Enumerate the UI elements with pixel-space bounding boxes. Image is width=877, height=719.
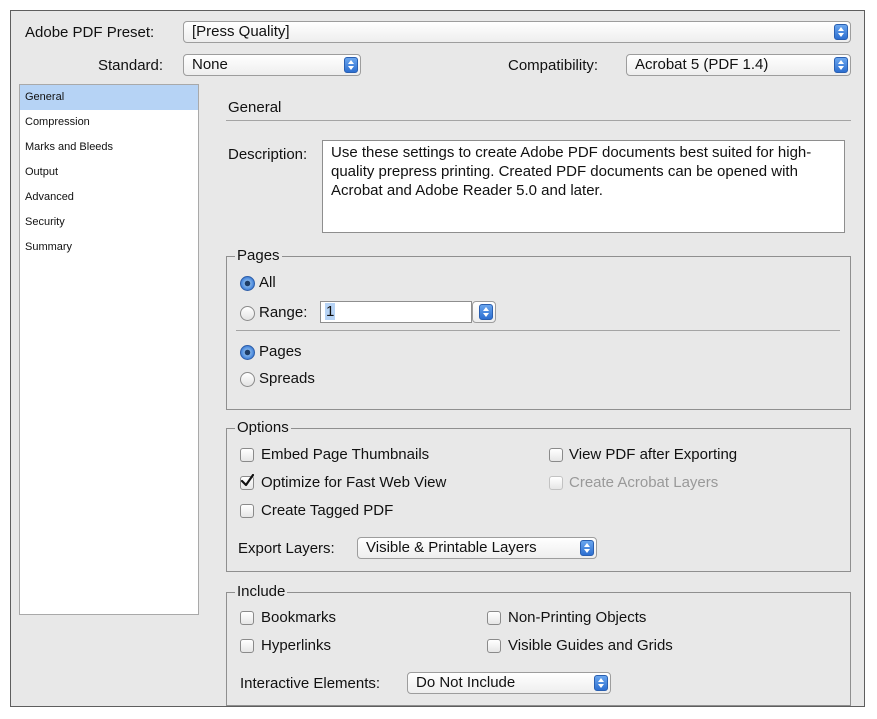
interactive-elements-value: Do Not Include bbox=[416, 674, 516, 691]
export-layers-popup[interactable]: Visible & Printable Layers bbox=[357, 537, 597, 559]
preset-popup[interactable]: [Press Quality] bbox=[183, 21, 851, 43]
radio-range[interactable] bbox=[240, 306, 255, 321]
compatibility-popup[interactable]: Acrobat 5 (PDF 1.4) bbox=[626, 54, 851, 76]
pages-group-title: Pages bbox=[235, 247, 282, 264]
preset-label: Adobe PDF Preset: bbox=[25, 24, 155, 41]
compatibility-label: Compatibility: bbox=[508, 57, 599, 74]
compatibility-value: Acrobat 5 (PDF 1.4) bbox=[635, 56, 769, 73]
export-layers-label: Export Layers: bbox=[238, 540, 335, 557]
view-pdf-label: View PDF after Exporting bbox=[569, 446, 738, 463]
view-pdf-checkbox[interactable] bbox=[549, 448, 563, 462]
export-layers-value: Visible & Printable Layers bbox=[366, 539, 537, 556]
guides-grids-checkbox[interactable] bbox=[487, 639, 501, 653]
range-popup[interactable] bbox=[472, 301, 496, 323]
radio-pages-label: Pages bbox=[259, 343, 302, 360]
divider bbox=[226, 120, 851, 121]
radio-pages[interactable] bbox=[240, 345, 255, 360]
range-value: 1 bbox=[325, 303, 336, 320]
radio-all-label: All bbox=[259, 274, 276, 291]
interactive-elements-label: Interactive Elements: bbox=[240, 675, 381, 692]
updown-arrows-icon bbox=[344, 57, 358, 73]
options-group-title: Options bbox=[235, 419, 291, 436]
acrobat-layers-label: Create Acrobat Layers bbox=[569, 474, 719, 491]
acrobat-layers-checkbox[interactable] bbox=[549, 476, 563, 490]
radio-spreads-label: Spreads bbox=[259, 370, 315, 387]
updown-arrows-icon bbox=[594, 675, 608, 691]
sidebar-item-advanced[interactable]: Advanced bbox=[20, 185, 198, 210]
sidebar-item-marks-and-bleeds[interactable]: Marks and Bleeds bbox=[20, 135, 198, 160]
sidebar-item-summary[interactable]: Summary bbox=[20, 235, 198, 260]
tagged-pdf-checkbox[interactable] bbox=[240, 504, 254, 518]
updown-arrows-icon bbox=[580, 540, 594, 556]
embed-thumbnails-checkbox[interactable] bbox=[240, 448, 254, 462]
optimize-web-label: Optimize for Fast Web View bbox=[261, 474, 447, 491]
updown-arrows-icon bbox=[834, 24, 848, 40]
description-box: Use these settings to create Adobe PDF d… bbox=[322, 140, 845, 233]
embed-thumbnails-label: Embed Page Thumbnails bbox=[261, 446, 430, 463]
standard-label: Standard: bbox=[98, 57, 164, 74]
sidebar-item-security[interactable]: Security bbox=[20, 210, 198, 235]
divider bbox=[236, 330, 840, 331]
standard-popup[interactable]: None bbox=[183, 54, 361, 76]
section-title: General bbox=[228, 99, 282, 116]
sidebar-item-general[interactable]: General bbox=[20, 85, 198, 110]
non-printing-label: Non-Printing Objects bbox=[508, 609, 647, 626]
pages-group bbox=[226, 256, 851, 410]
radio-all[interactable] bbox=[240, 276, 255, 291]
optimize-web-checkbox[interactable] bbox=[240, 474, 254, 490]
description-text: Use these settings to create Adobe PDF d… bbox=[331, 144, 812, 199]
radio-range-label: Range: bbox=[259, 304, 308, 321]
updown-arrows-icon bbox=[479, 304, 493, 320]
non-printing-checkbox[interactable] bbox=[487, 611, 501, 625]
updown-arrows-icon bbox=[834, 57, 848, 73]
bookmarks-label: Bookmarks bbox=[261, 609, 337, 626]
preset-value: [Press Quality] bbox=[192, 23, 290, 40]
description-label: Description: bbox=[228, 146, 308, 163]
category-list: General Compression Marks and Bleeds Out… bbox=[19, 84, 199, 615]
standard-value: None bbox=[192, 56, 228, 73]
interactive-elements-popup[interactable]: Do Not Include bbox=[407, 672, 611, 694]
hyperlinks-checkbox[interactable] bbox=[240, 639, 254, 653]
tagged-pdf-label: Create Tagged PDF bbox=[261, 502, 394, 519]
bookmarks-checkbox[interactable] bbox=[240, 611, 254, 625]
radio-spreads[interactable] bbox=[240, 372, 255, 387]
sidebar-item-compression[interactable]: Compression bbox=[20, 110, 198, 135]
checkmark-icon bbox=[240, 474, 254, 487]
range-input[interactable]: 1 bbox=[320, 301, 472, 323]
sidebar-item-output[interactable]: Output bbox=[20, 160, 198, 185]
hyperlinks-label: Hyperlinks bbox=[261, 637, 332, 654]
include-group-title: Include bbox=[235, 583, 288, 600]
guides-grids-label: Visible Guides and Grids bbox=[508, 637, 673, 654]
